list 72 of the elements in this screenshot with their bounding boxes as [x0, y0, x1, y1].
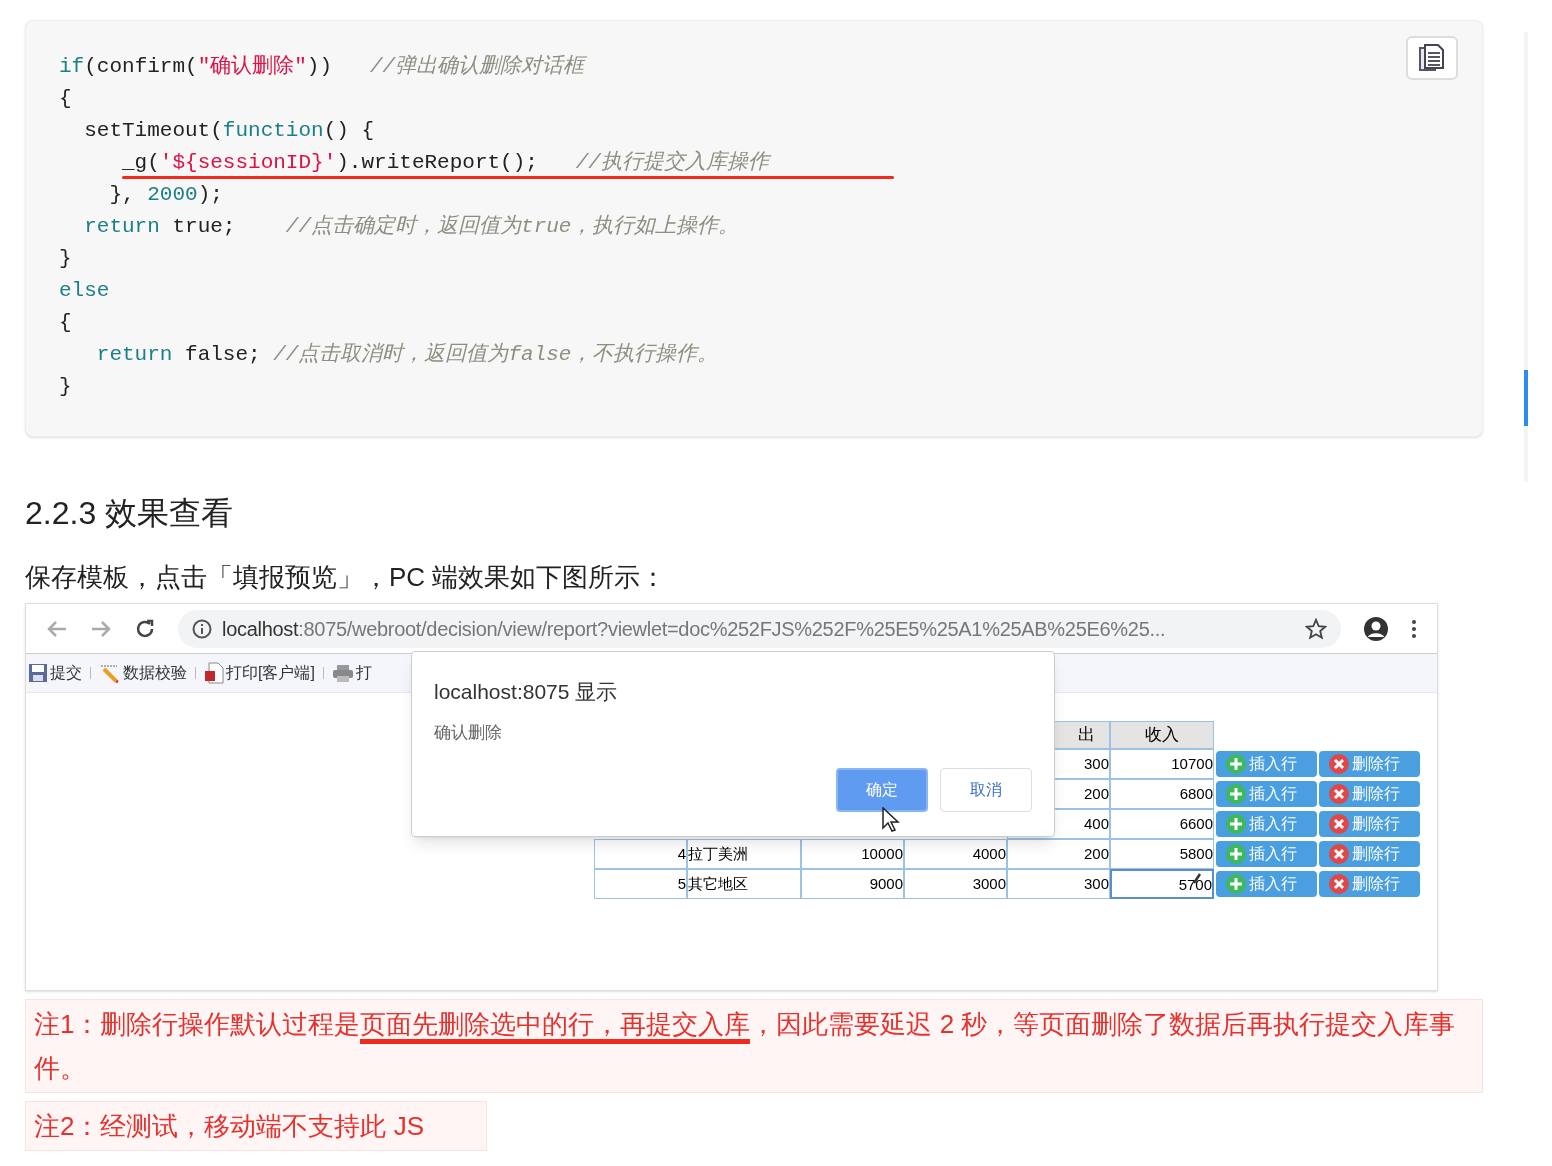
code-line: if(confirm("确认删除")) //弹出确认删除对话框 [59, 53, 585, 80]
plus-icon [1226, 784, 1246, 804]
dialog-button[interactable]: 确定 [836, 768, 928, 812]
close-icon [1329, 784, 1349, 804]
copy-button[interactable] [1406, 36, 1458, 80]
table-cell: 4000 [904, 839, 1007, 869]
table-cell: 5 [594, 869, 687, 899]
dialog-button[interactable]: 取消 [940, 768, 1032, 812]
code-line: else [59, 278, 110, 304]
code-line: return false; //点击取消时，返回值为false，不执行操作。 [95, 341, 719, 368]
url-text: localhost:8075/webroot/decision/view/report?viewlet=doc%252FJS%252F%25E5%25A1%25AB%25E6%25... [222, 616, 1166, 642]
code-line: setTimeout(function() { [83, 118, 375, 144]
code-line: { [59, 310, 72, 336]
table-cell: 9000 [801, 869, 904, 899]
column-header: 收入 [1110, 721, 1214, 749]
section-heading: 2.2.3 效果查看 [25, 494, 235, 533]
close-icon [1329, 874, 1349, 894]
cursor-icon [882, 807, 900, 833]
code-line: { [59, 86, 72, 112]
note-text: 注1：删除行操作默认过程是页面先删除选中的行，再提交入库，因此需要延迟 2 秒，等页面删除了数据后再执行提交入库事件。 [34, 1008, 1457, 1085]
code-line: } [59, 374, 72, 400]
plus-icon [1226, 814, 1246, 834]
table-cell: 5700 [1110, 869, 1214, 899]
info-icon [192, 618, 212, 639]
toolbar-button[interactable]: 打印[客户端] [204, 661, 315, 685]
table-cell: 4 [594, 839, 687, 869]
dialog-message: 确认删除 [434, 721, 503, 744]
delete-row-button[interactable]: 删除行 [1319, 871, 1420, 897]
document-icon [1417, 43, 1447, 73]
table-cell: 300 [1007, 869, 1110, 899]
delete-row-button[interactable]: 删除行 [1319, 841, 1420, 867]
note-text: 注2：经测试，移动端不支持此 JS [34, 1110, 426, 1143]
pencil-icon [99, 663, 121, 683]
plus-icon [1226, 844, 1246, 864]
close-icon [1329, 754, 1349, 774]
delete-row-button[interactable]: 删除行 [1319, 811, 1420, 837]
insert-row-button[interactable]: 插入行 [1216, 811, 1317, 837]
document-icon [204, 662, 224, 684]
star-icon[interactable] [1305, 617, 1327, 640]
code-line: }, 2000); [108, 182, 223, 208]
intro-text: 保存模板，点击「填报预览」，PC 端效果如下图所示： [25, 561, 668, 594]
delete-row-button[interactable]: 删除行 [1319, 781, 1420, 807]
close-icon [1329, 814, 1349, 834]
plus-icon [1226, 754, 1246, 774]
table-cell: 10000 [801, 839, 904, 869]
table-cell: 200 [1007, 839, 1110, 869]
scrollbar-thumb[interactable] [1524, 370, 1528, 426]
menu-icon[interactable] [1411, 618, 1417, 639]
table-cell: 5800 [1110, 839, 1214, 869]
insert-row-button[interactable]: 插入行 [1216, 781, 1317, 807]
insert-row-button[interactable]: 插入行 [1216, 871, 1317, 897]
toolbar-button[interactable]: 提交 [28, 661, 82, 685]
dialog-title: localhost:8075 显示 [434, 679, 619, 705]
insert-row-button[interactable]: 插入行 [1216, 841, 1317, 867]
close-icon [1329, 844, 1349, 864]
reload-icon[interactable] [134, 617, 156, 640]
delete-row-button[interactable]: 删除行 [1319, 751, 1420, 777]
printer-icon [331, 663, 354, 683]
toolbar-button[interactable]: 数据校验 [99, 661, 187, 685]
account-icon[interactable] [1363, 615, 1389, 642]
table-cell: 6800 [1110, 779, 1214, 809]
plus-icon [1226, 874, 1246, 894]
insert-row-button[interactable]: 插入行 [1216, 751, 1317, 777]
table-cell: 3000 [904, 869, 1007, 899]
address-bar[interactable]: localhost:8075/webroot/decision/view/report?viewlet=doc%252FJS%252F%25E5%25A1%25AB%25E6%25... [178, 609, 1341, 648]
code-line: return true; //点击确定时，返回值为true，执行如上操作。 [83, 213, 740, 240]
table-cell: 拉丁美洲 [687, 839, 801, 869]
table-cell: 10700 [1110, 749, 1214, 779]
table-cell: 6600 [1110, 809, 1214, 839]
table-cell: 其它地区 [687, 869, 801, 899]
code-line: } [59, 246, 72, 272]
toolbar-button[interactable]: 打 [331, 661, 372, 685]
